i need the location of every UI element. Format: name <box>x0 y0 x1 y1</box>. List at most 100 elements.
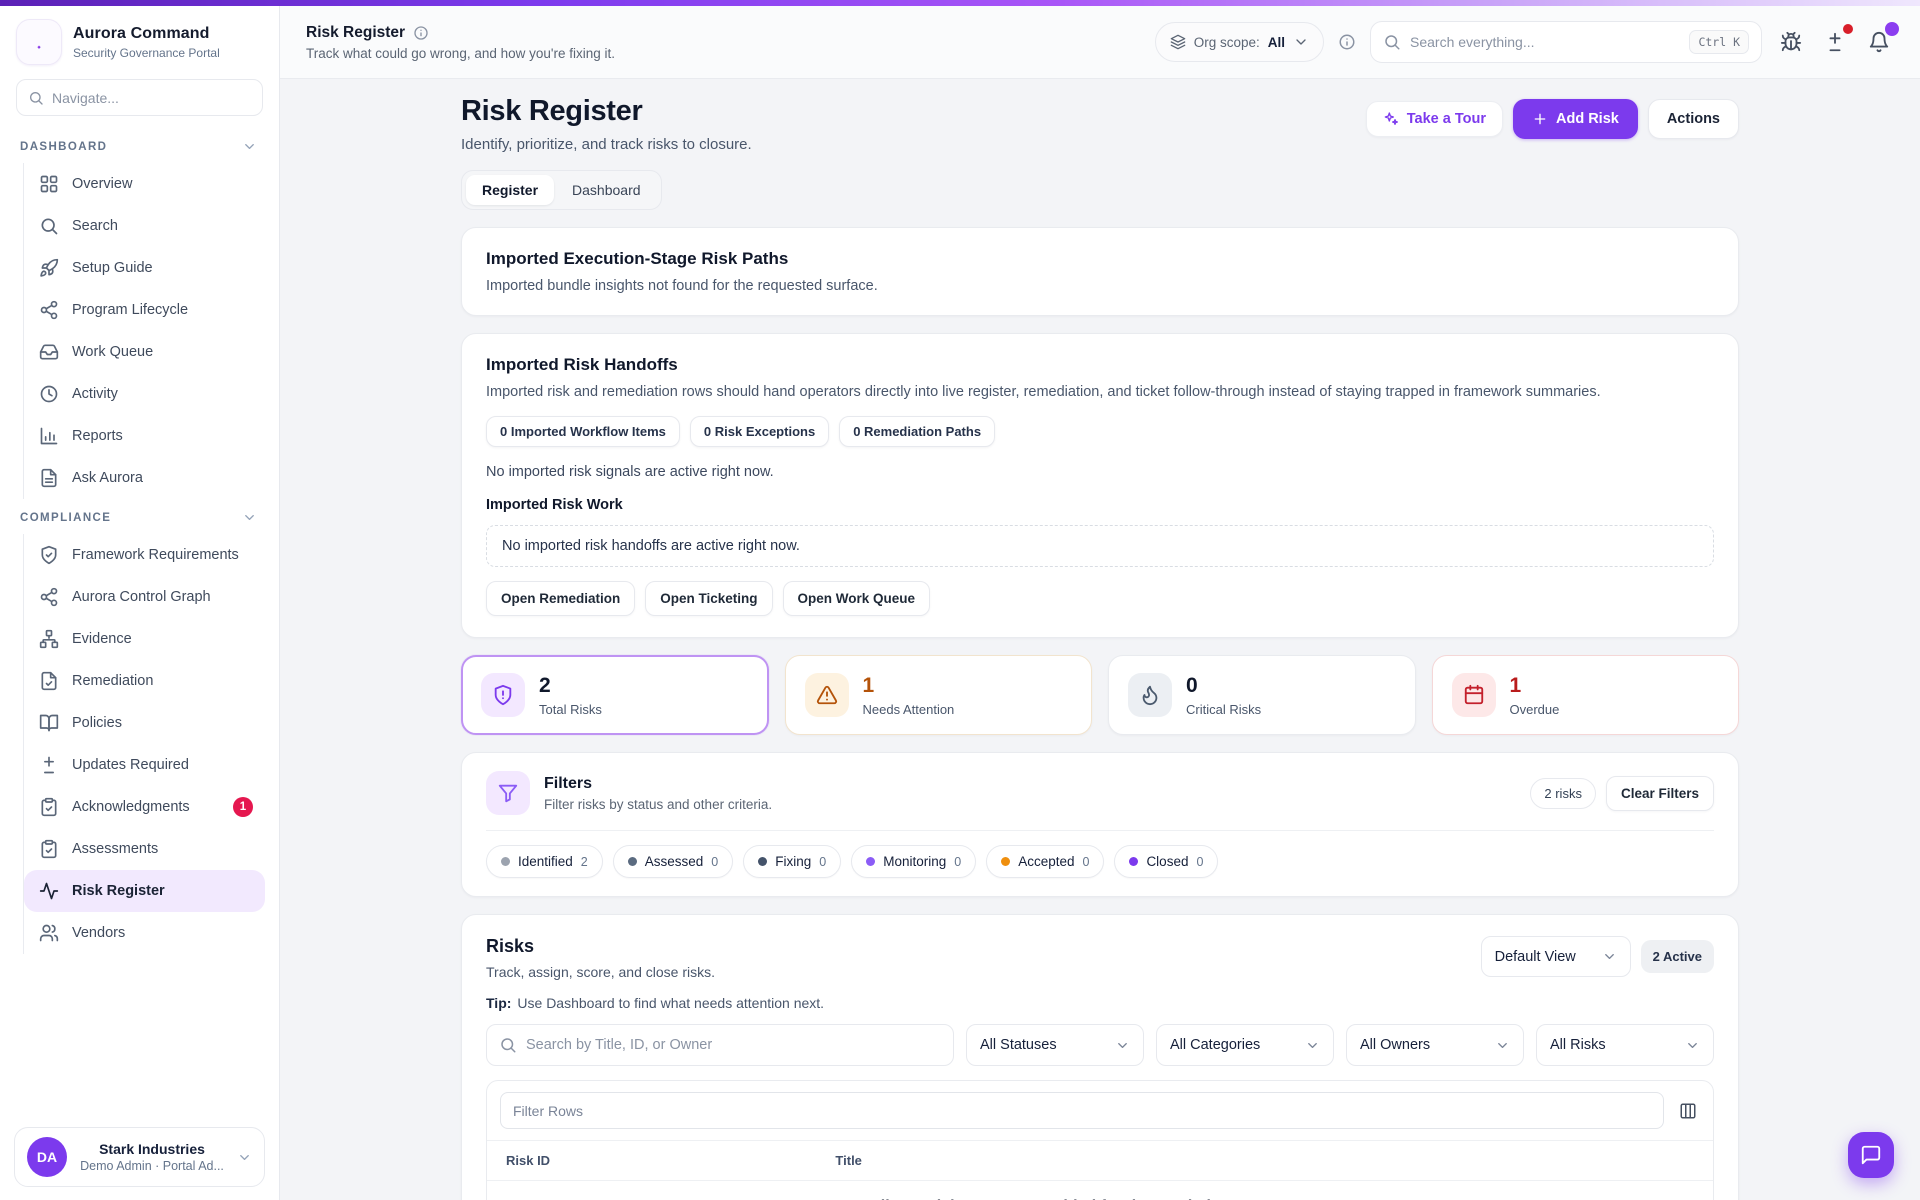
risk-filter-bar: All Statuses All Categories All Owners A… <box>486 1024 1714 1066</box>
sidebar-item-setup-guide[interactable]: Setup Guide <box>24 247 265 289</box>
sidebar-item-label: Work Queue <box>72 344 153 360</box>
info-icon[interactable] <box>413 25 429 41</box>
org-scope-selector[interactable]: Org scope: All <box>1155 22 1324 62</box>
chat-button[interactable] <box>1848 1132 1894 1178</box>
sidebar-item-assessments[interactable]: Assessments <box>24 828 265 870</box>
button-label: Actions <box>1667 111 1720 127</box>
open-remediation-button[interactable]: Open Remediation <box>486 581 635 616</box>
navigate-search[interactable] <box>16 79 263 116</box>
open-work-queue-button[interactable]: Open Work Queue <box>783 581 931 616</box>
chevron-down-icon <box>242 510 257 525</box>
sidebar-item-vendors[interactable]: Vendors <box>24 912 265 954</box>
stat-critical-risks[interactable]: 0Critical Risks <box>1108 655 1416 735</box>
clear-filters-button[interactable]: Clear Filters <box>1606 776 1714 811</box>
purple-dot-badge <box>1885 22 1899 36</box>
section-header-compliance[interactable]: COMPLIANCE <box>14 499 265 534</box>
handoff-chips: 0 Imported Workflow Items 0 Risk Excepti… <box>486 416 1714 447</box>
sidebar-item-label: Vendors <box>72 925 125 941</box>
sidebar-item-reports[interactable]: Reports <box>24 415 265 457</box>
plus-icon <box>1532 111 1548 127</box>
grid-icon <box>39 174 59 194</box>
sidebar-item-evidence[interactable]: Evidence <box>24 618 265 660</box>
sidebar-item-program-lifecycle[interactable]: Program Lifecycle <box>24 289 265 331</box>
take-a-tour-button[interactable]: Take a Tour <box>1366 101 1503 137</box>
open-ticketing-button[interactable]: Open Ticketing <box>645 581 772 616</box>
risk-title-cell: Compliance risk: MFA not enabled for dem… <box>819 1181 1714 1200</box>
stat-overdue[interactable]: 1Overdue <box>1432 655 1740 735</box>
chevron-down-icon <box>1115 1038 1130 1053</box>
statuses-select[interactable]: All Statuses <box>966 1024 1144 1066</box>
stat-label: Critical Risks <box>1186 702 1261 717</box>
tab-dashboard[interactable]: Dashboard <box>556 175 657 205</box>
sidebar-item-acknowledgments[interactable]: Acknowledgments1 <box>24 786 265 828</box>
updates-button[interactable] <box>1820 27 1850 57</box>
file-check-icon <box>39 671 59 691</box>
view-select[interactable]: Default View <box>1481 936 1631 977</box>
sidebar-item-ask-aurora[interactable]: Ask Aurora <box>24 457 265 499</box>
risk-search[interactable] <box>486 1024 954 1066</box>
sidebar-item-policies[interactable]: Policies <box>24 702 265 744</box>
risk-search-input[interactable] <box>526 1037 941 1053</box>
sidebar-item-search[interactable]: Search <box>24 205 265 247</box>
topbar: Risk Register Track what could go wrong,… <box>280 6 1920 79</box>
red-dot-badge <box>1843 24 1853 34</box>
sidebar-item-risk-register[interactable]: Risk Register <box>24 870 265 912</box>
book-open-icon <box>39 713 59 733</box>
sidebar-item-updates-required[interactable]: Updates Required <box>24 744 265 786</box>
risks-title: Risks <box>486 936 715 957</box>
section-header-dashboard[interactable]: DASHBOARD <box>14 128 265 163</box>
imported-handoffs-card: Imported Risk Handoffs Imported risk and… <box>461 333 1739 638</box>
tab-register[interactable]: Register <box>466 175 554 205</box>
filter-assessed[interactable]: Assessed0 <box>613 845 733 878</box>
org-scope-value: All <box>1268 35 1285 50</box>
sidebar-item-activity[interactable]: Activity <box>24 373 265 415</box>
filter-rows-input[interactable] <box>500 1092 1664 1129</box>
filters-subtitle: Filter risks by status and other criteri… <box>544 797 772 812</box>
keyboard-shortcut: Ctrl K <box>1689 30 1749 54</box>
brand: Aurora Command Security Governance Porta… <box>0 6 279 75</box>
clipboard-check-icon <box>39 797 59 817</box>
columns-button[interactable] <box>1676 1099 1700 1123</box>
sidebar-item-remediation[interactable]: Remediation <box>24 660 265 702</box>
sidebar: Aurora Command Security Governance Porta… <box>0 6 280 1200</box>
page-header: Risk Register Identify, prioritize, and … <box>461 95 1739 153</box>
global-search-input[interactable] <box>1410 34 1680 50</box>
sidebar-item-overview[interactable]: Overview <box>24 163 265 205</box>
sidebar-nav: DASHBOARD Overview Search Setup Guide Pr… <box>0 124 279 1117</box>
filter-identified[interactable]: Identified2 <box>486 845 603 878</box>
stat-needs-attention[interactable]: 1Needs Attention <box>785 655 1093 735</box>
filter-fixing[interactable]: Fixing0 <box>743 845 841 878</box>
stat-total-risks[interactable]: 2Total Risks <box>461 655 769 735</box>
sidebar-item-work-queue[interactable]: Work Queue <box>24 331 265 373</box>
filters-card: Filters Filter risks by status and other… <box>461 752 1739 897</box>
actions-button[interactable]: Actions <box>1648 99 1739 139</box>
rocket-icon <box>39 258 59 278</box>
nav-group-dashboard: Overview Search Setup Guide Program Life… <box>23 163 265 499</box>
add-risk-button[interactable]: Add Risk <box>1513 99 1638 139</box>
activity-icon <box>39 881 59 901</box>
filter-monitoring[interactable]: Monitoring0 <box>851 845 976 878</box>
search-icon <box>28 90 44 106</box>
navigate-input[interactable] <box>52 90 251 106</box>
sidebar-item-label: Policies <box>72 715 122 731</box>
bar-chart-icon <box>39 426 59 446</box>
filter-accepted[interactable]: Accepted0 <box>986 845 1104 878</box>
global-search[interactable]: Ctrl K <box>1370 21 1762 63</box>
account-menu[interactable]: DA Stark Industries Demo Admin · Portal … <box>14 1127 265 1187</box>
categories-select[interactable]: All Categories <box>1156 1024 1334 1066</box>
owners-select[interactable]: All Owners <box>1346 1024 1524 1066</box>
workflow-items-chip: 0 Imported Workflow Items <box>486 416 680 447</box>
info-icon[interactable] <box>1338 33 1356 51</box>
filter-closed[interactable]: Closed0 <box>1114 845 1218 878</box>
risks-select[interactable]: All Risks <box>1536 1024 1714 1066</box>
sidebar-item-label: Ask Aurora <box>72 470 143 486</box>
status-dot <box>501 857 510 866</box>
status-count: 0 <box>954 855 961 869</box>
sidebar-item-aurora-control-graph[interactable]: Aurora Control Graph <box>24 576 265 618</box>
debug-button[interactable] <box>1776 27 1806 57</box>
risk-exceptions-chip: 0 Risk Exceptions <box>690 416 829 447</box>
table-row[interactable]: R-9d4ca400-78fe-4b82-ab7a-861af7aebd2a C… <box>487 1181 1714 1200</box>
chevron-down-icon <box>1305 1038 1320 1053</box>
notifications-button[interactable] <box>1864 27 1894 57</box>
sidebar-item-framework-requirements[interactable]: Framework Requirements <box>24 534 265 576</box>
